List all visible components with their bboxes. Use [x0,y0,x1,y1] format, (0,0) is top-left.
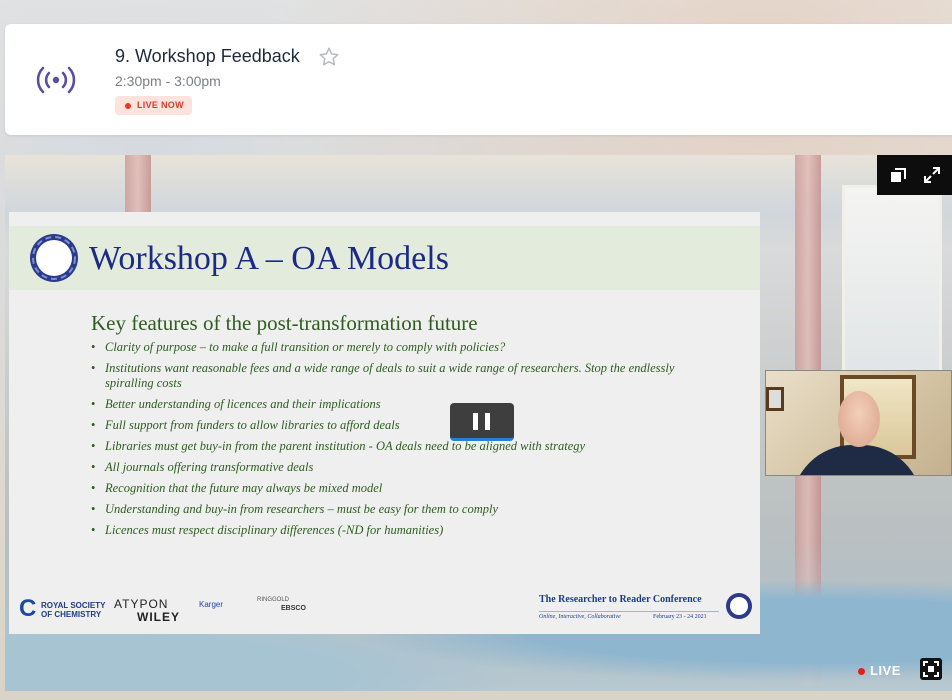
pause-icon [485,413,490,430]
session-time: 2:30pm - 3:00pm [115,73,221,89]
slide-bullet-list: Clarity of purpose – to make a full tran… [91,340,711,544]
video-player[interactable]: Workshop A – OA Models Key features of t… [5,155,952,691]
slide-bullet: All journals offering transformative dea… [91,460,711,475]
corner-controls [877,155,952,195]
slide-bullet: Clarity of purpose – to make a full tran… [91,340,711,355]
slide-title: Workshop A – OA Models [89,240,449,277]
rsc-logo-mark: C [19,595,37,622]
popout-icon[interactable] [889,166,907,184]
session-title: 9. Workshop Feedback [115,46,300,66]
slide-bullet: Libraries must get buy-in from the paren… [91,439,711,454]
live-label: LIVE [870,663,901,678]
fullscreen-icon[interactable] [920,658,942,680]
live-indicator: LIVE [858,663,901,678]
expand-icon[interactable] [923,166,941,184]
star-icon[interactable] [318,46,340,68]
atypon-logo: ATYPON [114,597,169,611]
speaker-head [838,391,880,447]
broadcast-icon [36,66,76,94]
slide-bullet: Understanding and buy-in from researcher… [91,502,711,517]
rsc-line2: OF CHEMISTRY [41,610,102,619]
researcher-to-reader-logo [30,234,78,282]
karger-logo: Karger [199,600,224,609]
sponsor-logos: C ROYAL SOCIETY OF CHEMISTRY ATYPON WILE… [19,597,349,627]
conference-banner: The Researcher to Reader Conference Onli… [539,593,753,626]
conference-logo [726,593,752,619]
rsc-logo-text: ROYAL SOCIETY OF CHEMISTRY [41,601,105,619]
live-dot [858,668,865,675]
pause-button[interactable] [450,403,514,441]
slide-bullet: Full support from funders to allow libra… [91,418,711,433]
speaker-video-pip[interactable] [765,370,952,476]
presentation-slide: Workshop A – OA Models Key features of t… [9,212,760,634]
live-now-badge: LIVE NOW [115,96,192,115]
slide-bullet: Licences must respect disciplinary diffe… [91,523,711,538]
ringgold-logo: RINGGOLD [257,597,290,603]
conference-name: The Researcher to Reader Conference [539,594,702,605]
wiley-logo: WILEY [137,610,180,624]
rsc-line1: ROYAL SOCIETY [41,601,106,610]
pause-icon [473,413,478,430]
conference-tagline: Online, Interactive, Collaborative [539,614,621,620]
slide-bullet: Institutions want reasonable fees and a … [91,361,711,391]
pip-wall-picture [766,387,784,411]
conference-divider [539,611,719,612]
slide-subtitle: Key features of the post-transformation … [91,311,478,335]
ebsco-logo: EBSCO [281,605,306,612]
background-window [842,185,942,395]
slide-bullet: Better understanding of licences and the… [91,397,711,412]
slide-bullet: Recognition that the future may always b… [91,481,711,496]
conference-dates: February 23 - 24 2021 [653,614,707,620]
